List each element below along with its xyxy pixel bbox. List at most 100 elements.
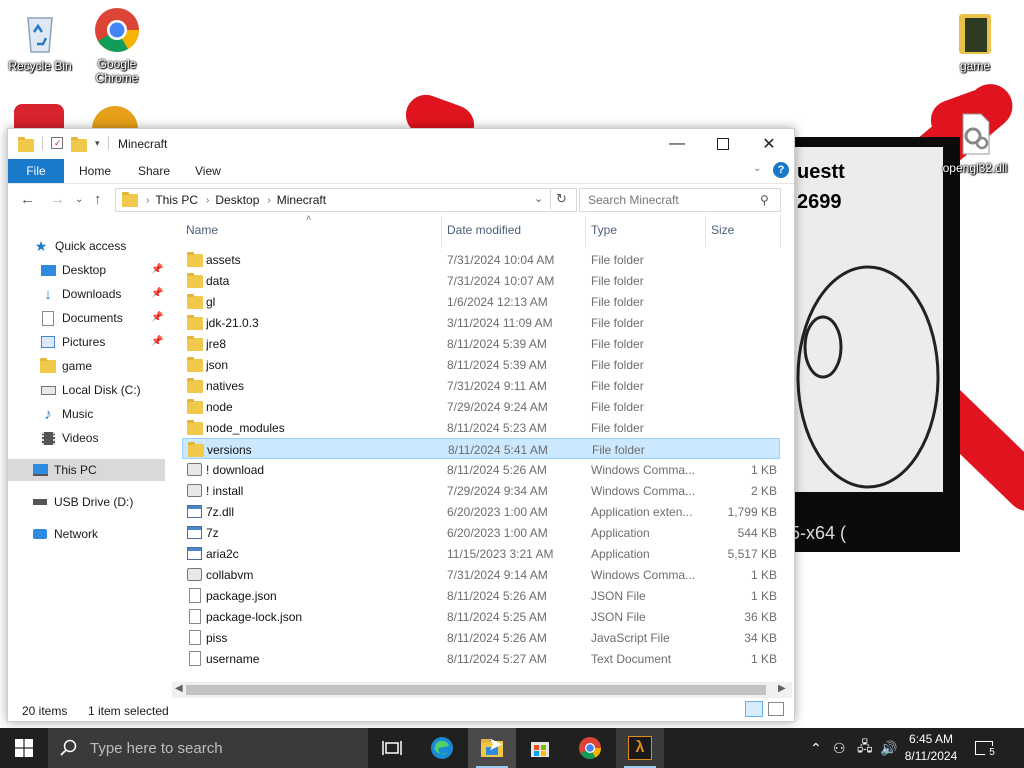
details-view-button[interactable]: [745, 701, 763, 717]
file-row[interactable]: 7z 6/20/2023 1:00 AM Application 544 KB: [182, 522, 780, 543]
file-row[interactable]: jdk-21.0.3 3/11/2024 11:09 AM File folder: [182, 312, 780, 333]
file-row[interactable]: versions 8/11/2024 5:41 AM File folder: [182, 438, 780, 459]
start-button[interactable]: [0, 728, 48, 768]
nav-downloads[interactable]: ↓ Downloads 📌: [8, 283, 198, 305]
task-view-button[interactable]: [368, 728, 416, 768]
scroll-right-icon[interactable]: ▶: [778, 683, 786, 694]
column-header-name[interactable]: Name: [186, 223, 218, 237]
file-type: Application exten...: [591, 505, 693, 519]
expand-ribbon-icon[interactable]: ⌄: [753, 163, 761, 174]
file-row[interactable]: package-lock.json 8/11/2024 5:25 AM JSON F…: [182, 606, 780, 627]
breadcrumb-desktop[interactable]: Desktop: [215, 193, 259, 207]
desktop-icon-opengl32-dll[interactable]: opengl32.dll: [937, 110, 1013, 175]
column-separator[interactable]: [780, 215, 781, 247]
chevron-down-icon[interactable]: ▾: [95, 138, 100, 149]
file-row[interactable]: ! download 8/11/2024 5:26 AM Windows Comma…: [182, 459, 780, 480]
file-type: File folder: [592, 443, 645, 457]
clock[interactable]: 6:45 AM 8/11/2024: [896, 731, 966, 765]
taskbar-store[interactable]: [516, 728, 564, 768]
file-date: 8/11/2024 5:26 AM: [447, 631, 547, 645]
new-folder-icon[interactable]: [71, 136, 87, 152]
title-bar[interactable]: ✓ ▾ Minecraft — ✕: [8, 129, 794, 159]
file-row[interactable]: username 8/11/2024 5:27 AM Text Document 1 …: [182, 648, 780, 669]
scrollbar-thumb[interactable]: [186, 685, 766, 695]
nav-music[interactable]: ♪ Music: [8, 403, 198, 425]
tab-home[interactable]: Home: [79, 159, 111, 183]
minimize-button[interactable]: —: [654, 129, 700, 159]
taskbar-edge[interactable]: [418, 728, 466, 768]
file-row[interactable]: collabvm 7/31/2024 9:14 AM Windows Comma..…: [182, 564, 780, 585]
column-header-size[interactable]: Size: [711, 223, 734, 237]
nav-videos[interactable]: Videos: [8, 427, 198, 449]
network-icon[interactable]: 🖧: [857, 728, 873, 768]
taskbar-search[interactable]: Type here to search: [48, 728, 368, 768]
file-row[interactable]: json 8/11/2024 5:39 AM File folder: [182, 354, 780, 375]
file-row[interactable]: assets 7/31/2024 10:04 AM File folder: [182, 249, 780, 270]
desktop-icon-recycle-bin[interactable]: Recycle Bin: [2, 8, 78, 73]
nav-pictures[interactable]: Pictures 📌: [8, 331, 198, 353]
nav-documents[interactable]: Documents 📌: [8, 307, 198, 329]
file-row[interactable]: gl 1/6/2024 12:13 AM File folder: [182, 291, 780, 312]
background-window[interactable]: uestt 2699 5-x64 (: [790, 137, 960, 552]
nav-usb-drive[interactable]: USB Drive (D:): [8, 491, 190, 513]
star-icon: ★: [34, 237, 48, 254]
show-hidden-icons-button[interactable]: ⌃: [810, 728, 822, 768]
horizontal-scrollbar[interactable]: ◀ ▶: [172, 682, 792, 698]
nav-this-pc[interactable]: This PC: [8, 459, 165, 481]
file-row[interactable]: data 7/31/2024 10:07 AM File folder: [182, 270, 780, 291]
icon-label: Google Chrome: [95, 57, 139, 85]
file-row[interactable]: aria2c 11/15/2023 3:21 AM Application 5,517…: [182, 543, 780, 564]
help-icon[interactable]: ?: [773, 162, 789, 178]
scroll-left-icon[interactable]: ◀: [175, 683, 183, 694]
desktop-icon-google-chrome[interactable]: Google Chrome: [79, 6, 155, 85]
search-box[interactable]: ⚲: [579, 188, 781, 212]
folder-icon: [18, 136, 34, 152]
large-icons-view-button[interactable]: [768, 702, 784, 716]
file-row[interactable]: 7z.dll 6/20/2023 1:00 AM Application exten…: [182, 501, 780, 522]
file-row[interactable]: node_modules 8/11/2024 5:23 AM File folder: [182, 417, 780, 438]
column-separator[interactable]: [705, 215, 706, 247]
close-button[interactable]: ✕: [746, 129, 792, 159]
recent-locations-button[interactable]: ⌄: [75, 194, 83, 205]
desktop-icon-game[interactable]: game: [937, 8, 1013, 73]
tab-file[interactable]: File: [8, 159, 64, 183]
file-row[interactable]: jre8 8/11/2024 5:39 AM File folder: [182, 333, 780, 354]
tab-view[interactable]: View: [195, 159, 221, 183]
notification-center-button[interactable]: 5: [975, 728, 999, 768]
volume-icon[interactable]: 🔊: [880, 728, 897, 768]
column-header-date[interactable]: Date modified: [447, 223, 521, 237]
file-date: 8/11/2024 5:23 AM: [447, 421, 547, 435]
file-row[interactable]: package.json 8/11/2024 5:26 AM JSON File 1 …: [182, 585, 780, 606]
nav-local-disk[interactable]: Local Disk (C:): [8, 379, 198, 401]
breadcrumb-minecraft[interactable]: Minecraft: [277, 193, 326, 207]
file-name: json: [206, 358, 229, 372]
search-input[interactable]: [586, 192, 760, 208]
file-row[interactable]: node 7/29/2024 9:24 AM File folder: [182, 396, 780, 417]
properties-icon[interactable]: ✓: [51, 137, 63, 149]
up-button[interactable]: ↑: [94, 191, 102, 208]
file-size: 34 KB: [744, 631, 777, 645]
nav-network[interactable]: Network: [8, 523, 190, 545]
column-header-type[interactable]: Type: [591, 223, 617, 237]
back-button[interactable]: ←: [20, 191, 35, 208]
taskbar-file-explorer[interactable]: ➤: [468, 728, 516, 768]
tab-share[interactable]: Share: [138, 159, 170, 183]
refresh-icon[interactable]: ↻: [550, 189, 567, 209]
taskbar-chrome[interactable]: [566, 728, 614, 768]
file-row[interactable]: ! install 7/29/2024 9:34 AM Windows Comma.…: [182, 480, 780, 501]
taskbar-half-life[interactable]: λ: [616, 728, 664, 768]
column-separator[interactable]: [441, 215, 442, 247]
maximize-button[interactable]: [700, 129, 746, 159]
address-bar[interactable]: › This PC › Desktop › Minecraft ⌄ ↻: [115, 188, 577, 212]
meet-icon[interactable]: ⚇: [833, 728, 846, 768]
breadcrumb-this-pc[interactable]: This PC: [155, 193, 198, 207]
column-separator[interactable]: [585, 215, 586, 247]
file-row[interactable]: piss 8/11/2024 5:26 AM JavaScript File 34 K…: [182, 627, 780, 648]
nav-game[interactable]: game: [8, 355, 198, 377]
forward-button[interactable]: →: [50, 191, 65, 208]
file-row[interactable]: natives 7/31/2024 9:11 AM File folder: [182, 375, 780, 396]
file-type: JSON File: [591, 589, 646, 603]
nav-quick-access[interactable]: ★ Quick access: [8, 235, 191, 257]
nav-desktop[interactable]: Desktop 📌: [8, 259, 198, 281]
chevron-down-icon[interactable]: ⌄: [534, 192, 543, 205]
